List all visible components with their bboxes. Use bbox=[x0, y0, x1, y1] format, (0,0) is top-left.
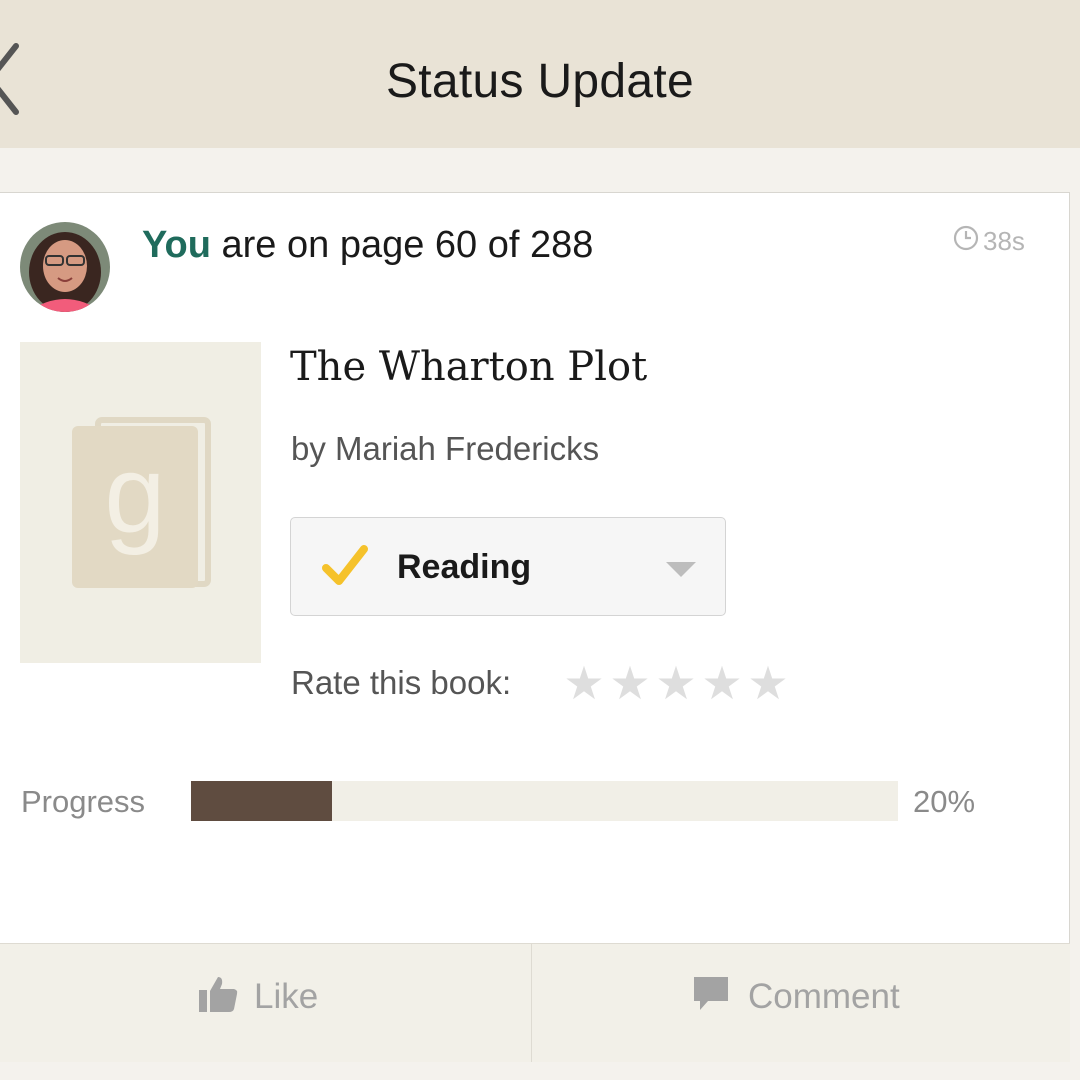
progress-label: Progress bbox=[21, 784, 146, 819]
star-icon[interactable]: ★ bbox=[653, 660, 699, 706]
book-cover[interactable]: g bbox=[20, 342, 261, 663]
thumbs-up-icon bbox=[198, 975, 238, 1018]
star-rating[interactable]: ★ ★ ★ ★ ★ bbox=[561, 660, 791, 706]
rate-label: Rate this book: bbox=[291, 664, 512, 701]
comment-label: Comment bbox=[748, 976, 900, 1016]
timestamp: 38s bbox=[953, 225, 1025, 258]
progress-fill bbox=[191, 781, 333, 821]
like-label: Like bbox=[254, 976, 319, 1016]
cover-letter: g bbox=[104, 433, 165, 556]
speech-bubble-icon bbox=[692, 975, 730, 1018]
page-title: Status Update bbox=[385, 55, 695, 108]
star-icon[interactable]: ★ bbox=[699, 660, 745, 706]
comment-button[interactable]: Comment bbox=[692, 975, 900, 1018]
star-icon[interactable]: ★ bbox=[607, 660, 653, 706]
nav-bar: Status Update bbox=[0, 0, 1080, 148]
status-text: are on page 60 of 288 bbox=[221, 224, 594, 266]
checkmark-icon bbox=[321, 544, 369, 593]
goodreads-book-placeholder-icon: g bbox=[20, 417, 261, 667]
action-bar bbox=[0, 943, 1070, 1062]
avatar[interactable] bbox=[20, 222, 110, 312]
book-title[interactable]: The Wharton Plot bbox=[290, 344, 647, 390]
book-author[interactable]: by Mariah Fredericks bbox=[291, 430, 599, 468]
progress-value: 20% bbox=[913, 784, 976, 819]
star-icon[interactable]: ★ bbox=[561, 660, 607, 706]
progress-bar bbox=[191, 781, 898, 821]
shelf-label: Reading bbox=[397, 548, 532, 586]
action-divider bbox=[531, 943, 532, 1062]
like-button[interactable]: Like bbox=[198, 975, 318, 1018]
shelf-dropdown-button[interactable]: Reading bbox=[290, 517, 726, 616]
caret-down-icon bbox=[666, 562, 696, 577]
actor-link[interactable]: You bbox=[142, 224, 211, 266]
timestamp-text: 38s bbox=[983, 225, 1025, 256]
status-headline: You are on page 60 of 288 bbox=[142, 224, 593, 267]
star-icon[interactable]: ★ bbox=[745, 660, 791, 706]
clock-icon bbox=[953, 225, 979, 258]
